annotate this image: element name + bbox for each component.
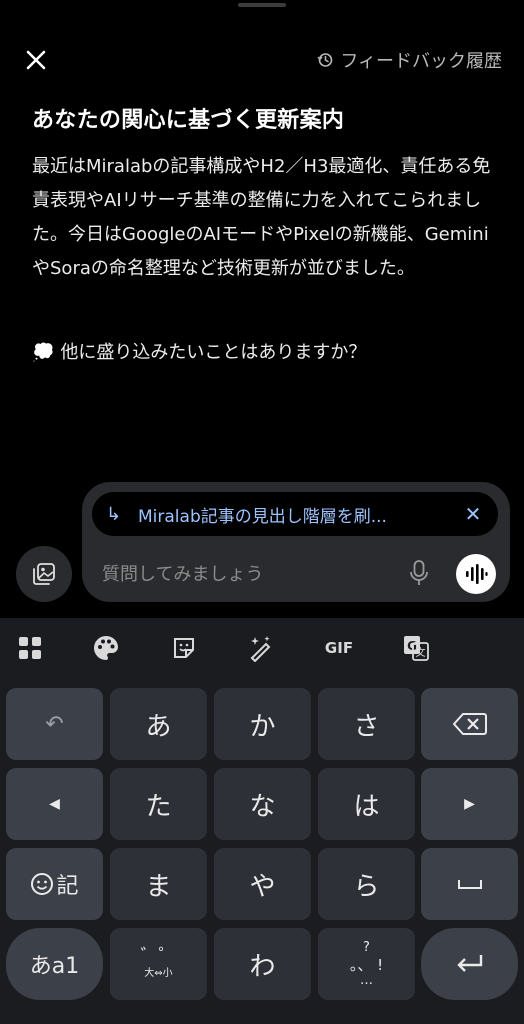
cursor-right-key[interactable]: ▶ [421,768,518,840]
ellipsis-label: … [360,973,373,988]
input-mode-key[interactable]: あa1 [6,928,103,1000]
key-ka[interactable]: か [214,688,311,760]
emoji-icon [31,873,54,895]
add-image-button[interactable] [16,546,72,602]
key-ya[interactable]: や [214,848,311,920]
space-icon [457,880,482,889]
dakuten-key[interactable]: ゛゜ 大⇔小 [110,928,207,1000]
quoted-text: Miralab記事の見出し階層を刷... [138,506,387,527]
remove-quote-button[interactable]: ✕ [462,502,484,526]
cursor-left-key[interactable]: ◀ [6,768,103,840]
space-key[interactable] [421,848,518,920]
key-a[interactable]: あ [110,688,207,760]
microphone-button[interactable] [406,558,432,588]
thought-bubble-icon: 💭 [32,342,55,363]
magic-pen-icon[interactable] [246,634,274,662]
sticker-icon[interactable] [170,634,198,662]
input-mode-label: あa1 [29,954,80,979]
follow-up-question: 💭 他に盛り込みたいことはありますか？ [32,336,366,370]
key-ma[interactable]: ま [110,848,207,920]
page-title: あなたの関心に基づく更新案内 [32,108,345,133]
key-sa[interactable]: さ [318,688,415,760]
emoji-symbol-key[interactable]: 記 [6,848,103,920]
translate-icon[interactable]: G文 [402,634,430,662]
history-icon [317,53,333,67]
dakuten-label: ゛゜ [140,946,177,967]
history-label: フィードバック履歴 [340,51,502,72]
punctuation-key[interactable]: ? 。、 ! … [318,928,415,1000]
enter-icon [456,955,482,972]
size-toggle-label: 大⇔小 [144,968,173,979]
microphone-icon [410,560,428,585]
key-ha[interactable]: は [318,768,415,840]
key-wa[interactable]: わ [214,928,311,1000]
keyboard: GIF G文 ↶ あ か さ ◀ た な は ▶ 記 ま や ら あa1 ゛゜ … [0,618,524,1024]
reply-arrow-icon: ↳ [106,503,122,525]
voice-mode-button[interactable] [456,554,496,594]
key-na[interactable]: な [214,768,311,840]
enter-key[interactable] [421,928,518,1000]
update-summary-text: 最近はMiralabの記事構成やH2／H3最適化、責任ある免責表現やAIリサーチ… [32,156,491,279]
svg-text:文: 文 [416,646,426,659]
quoted-reply-chip[interactable]: ↳ Miralab記事の見出し階層を刷... ✕ [92,492,498,536]
key-ra[interactable]: ら [318,848,415,920]
backspace-icon [452,713,487,735]
punctuation-label: 。、 ! [349,956,384,974]
apps-grid-icon[interactable] [16,634,44,662]
image-gallery-icon [33,563,55,585]
gif-button[interactable]: GIF [322,634,356,662]
palette-icon[interactable] [92,634,120,662]
audio-waveform-icon [466,564,488,584]
close-button[interactable] [22,46,50,74]
symbol-label: 記 [56,874,79,899]
key-ta[interactable]: た [110,768,207,840]
close-icon [26,50,46,70]
drag-handle[interactable] [238,3,286,7]
undo-key[interactable]: ↶ [6,688,103,760]
backspace-key[interactable] [421,688,518,760]
question-mark-label: ? [363,940,370,955]
follow-up-text: 他に盛り込みたいことはありますか？ [60,342,367,363]
composer: ↳ Miralab記事の見出し階層を刷... ✕ 質問してみましょう [82,482,510,602]
prompt-input[interactable]: 質問してみましょう [102,560,263,586]
feedback-history-button[interactable]: フィードバック履歴 [316,46,502,74]
